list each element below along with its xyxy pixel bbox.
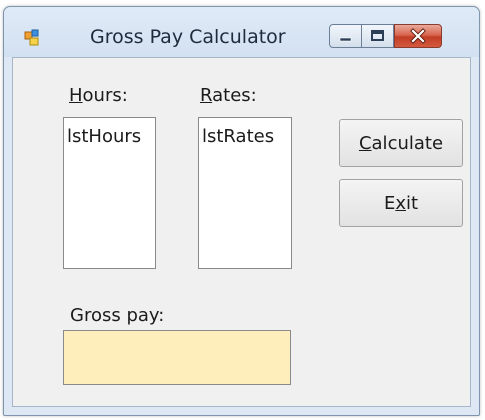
maximize-button[interactable]	[362, 24, 394, 48]
list-item[interactable]: lstHours	[67, 126, 155, 147]
minimize-icon	[339, 37, 352, 42]
hours-listbox[interactable]: lstHours	[63, 117, 156, 269]
rates-label-rest: ates:	[212, 85, 257, 106]
gross-pay-output	[63, 330, 291, 385]
form-client-area: Hours: Rates: lstHours lstRates Calculat…	[12, 57, 471, 407]
calculate-button-rest: alculate	[371, 132, 444, 154]
rates-label: Rates:	[200, 85, 257, 106]
rates-listbox[interactable]: lstRates	[198, 117, 292, 269]
exit-button-mnemonic: x	[395, 192, 406, 214]
title-bar[interactable]: Gross Pay Calculator	[4, 7, 479, 57]
window-title: Gross Pay Calculator	[90, 26, 286, 48]
app-window: Gross Pay Calculator Hours: Rates: lstHo…	[3, 6, 480, 416]
hours-label: Hours:	[69, 85, 128, 106]
close-icon	[410, 28, 426, 44]
hours-label-rest: ours:	[82, 85, 128, 106]
calculate-button-mnemonic: C	[358, 132, 372, 154]
gross-pay-label: Gross pay:	[70, 305, 165, 326]
exit-button-post: it	[405, 192, 419, 214]
maximize-icon	[371, 30, 384, 41]
close-button[interactable]	[394, 24, 442, 48]
exit-button-pre: E	[383, 192, 396, 214]
rates-label-mnemonic: R	[200, 85, 213, 106]
minimize-button[interactable]	[329, 24, 362, 48]
hours-label-mnemonic: H	[69, 85, 83, 106]
calculate-button[interactable]: Calculate	[339, 119, 463, 167]
app-form-icon	[24, 29, 39, 46]
exit-button[interactable]: Ex it	[339, 179, 463, 227]
list-item[interactable]: lstRates	[202, 126, 291, 147]
